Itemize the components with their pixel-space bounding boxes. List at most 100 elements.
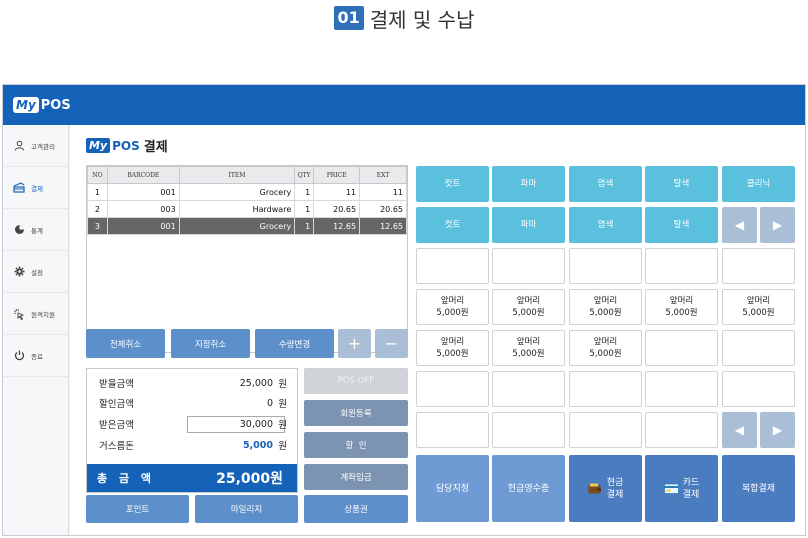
sidebar-item-customers[interactable]: 고객관리 [3,125,68,167]
key-label: 앞머리 [593,337,618,347]
column-header[interactable]: EXT [359,166,407,184]
member-register-button[interactable]: 회원등록 [304,400,408,426]
sidebar-item-payment[interactable]: 결제 [3,167,68,209]
column-header[interactable]: PRICE [313,166,361,184]
combo-payment-button[interactable]: 복합결제 [722,455,795,522]
plus-button[interactable]: + [338,329,371,358]
cell-no: 2 [87,200,108,218]
key-front-hair[interactable]: 앞머리 5,000원 [416,289,489,325]
table-row[interactable]: 2 003 Hardware 1 20.65 20.65 [87,200,407,218]
key-front-hair[interactable]: 앞머리 5,000원 [722,289,795,325]
cell-barcode: 003 [106,200,180,218]
app-logo[interactable]: My POS [13,97,71,113]
key-empty[interactable] [645,412,718,448]
key-label: 앞머리 [593,296,618,306]
key-empty[interactable] [492,371,565,407]
key-clinic[interactable]: 클리닉 [722,166,795,202]
cell-price: 20.65 [313,200,361,218]
key-empty[interactable] [492,412,565,448]
key-front-hair[interactable]: 앞머리 5,000원 [492,330,565,366]
sidebar-item-label: 원격지원 [31,310,55,319]
column-header[interactable]: ITEM [178,166,296,184]
change-row: 거스름돈 5,000 원 [99,435,287,455]
receivable-row: 받을금액 25,000 원 [99,373,287,393]
key-price: 5,000원 [665,308,698,318]
key-label: 앞머리 [440,296,465,306]
cell-item: Hardware [178,200,296,218]
key-empty[interactable] [722,330,795,366]
sidebar-item-exit[interactable]: 종료 [3,335,68,377]
sidebar-item-settings[interactable]: 설정 [3,251,68,293]
key-front-hair[interactable]: 앞머리 5,000원 [416,330,489,366]
key-bleach[interactable]: 탈색 [645,166,718,202]
cell-qty: 1 [294,217,315,235]
sidebar-item-remote-support[interactable]: 원격지원 [3,293,68,335]
key-empty[interactable] [416,371,489,407]
sidebar-item-statistics[interactable]: 통계 [3,209,68,251]
key-dye[interactable]: 염색 [569,207,642,243]
pos-off-button[interactable]: POS OFF [304,368,408,394]
key-cut[interactable]: 컷트 [416,207,489,243]
account-deposit-button[interactable]: 계좌입금 [304,464,408,490]
key-empty[interactable] [416,248,489,284]
key-empty[interactable] [645,371,718,407]
key-empty[interactable] [722,248,795,284]
column-header[interactable]: NO [87,166,108,184]
key-bleach[interactable]: 탈색 [645,207,718,243]
key-empty[interactable] [569,371,642,407]
key-dye[interactable]: 염색 [569,166,642,202]
sidebar: 고객관리 결제 통계 설정 원격지원 종료 [3,125,69,535]
change-quantity-button[interactable]: 수량변경 [255,329,334,358]
cancel-all-button[interactable]: 전체취소 [86,329,165,358]
table-row[interactable]: 1 001 Grocery 1 11 11 [87,183,407,201]
key-front-hair[interactable]: 앞머리 5,000원 [569,330,642,366]
remote-support-icon [13,308,25,320]
key-front-hair[interactable]: 앞머리 5,000원 [569,289,642,325]
cell-qty: 1 [294,200,315,218]
cell-price: 11 [313,183,361,201]
cancel-selected-button[interactable]: 지정취소 [171,329,250,358]
key-price: 5,000원 [436,349,469,359]
gear-icon [13,266,25,278]
key-front-hair[interactable]: 앞머리 5,000원 [645,289,718,325]
logo-my: My [13,97,39,113]
key-empty[interactable] [569,412,642,448]
key-cut[interactable]: 컷트 [416,166,489,202]
key-label: 앞머리 [669,296,694,306]
column-header[interactable]: BARCODE [106,166,180,184]
page-next-button[interactable]: ▶ [760,412,795,448]
page-prev-button[interactable]: ◀ [722,412,757,448]
discount-label: 할인금액 [99,399,134,410]
discount-button[interactable]: 할 인 [304,432,408,458]
page-prev-button[interactable]: ◀ [722,207,757,243]
key-empty[interactable] [722,371,795,407]
gift-card-button[interactable]: 상품권 [304,495,408,523]
items-table[interactable]: NO BARCODE ITEM QTY PRICE EXT 1 001 Groc [86,165,408,353]
cash-payment-label-1: 현금 [606,477,624,488]
card-payment-button[interactable]: 카드 결제 [645,455,718,522]
table-row-selected[interactable]: 3 001 Grocery 1 12.65 12.65 [87,217,407,235]
minus-button[interactable]: − [375,329,408,358]
key-price: 5,000원 [512,349,545,359]
key-perm[interactable]: 파마 [492,166,565,202]
key-front-hair[interactable]: 앞머리 5,000원 [492,289,565,325]
key-empty[interactable] [645,330,718,366]
cash-payment-button[interactable]: 현금 결제 [569,455,642,522]
assign-staff-button[interactable]: 담당지정 [416,455,489,522]
column-header[interactable]: QTY [294,166,315,184]
key-empty[interactable] [569,248,642,284]
key-perm[interactable]: 파마 [492,207,565,243]
card-payment-label-2: 결제 [682,489,700,500]
key-empty[interactable] [416,412,489,448]
key-empty[interactable] [645,248,718,284]
total-label: 총 금 액 [97,472,156,485]
page-next-button[interactable]: ▶ [760,207,795,243]
key-price: 5,000원 [436,308,469,318]
cash-receipt-button[interactable]: 현금영수증 [492,455,565,522]
payment-summary: 받을금액 25,000 원 할인금액 0 원 받은금액 30,000 원 거스름… [86,368,298,493]
received-value: 30,000 [239,418,273,430]
mileage-button[interactable]: 마일리지 [195,495,298,523]
title-label: 결제 [143,140,168,155]
key-empty[interactable] [492,248,565,284]
point-button[interactable]: 포인트 [86,495,189,523]
